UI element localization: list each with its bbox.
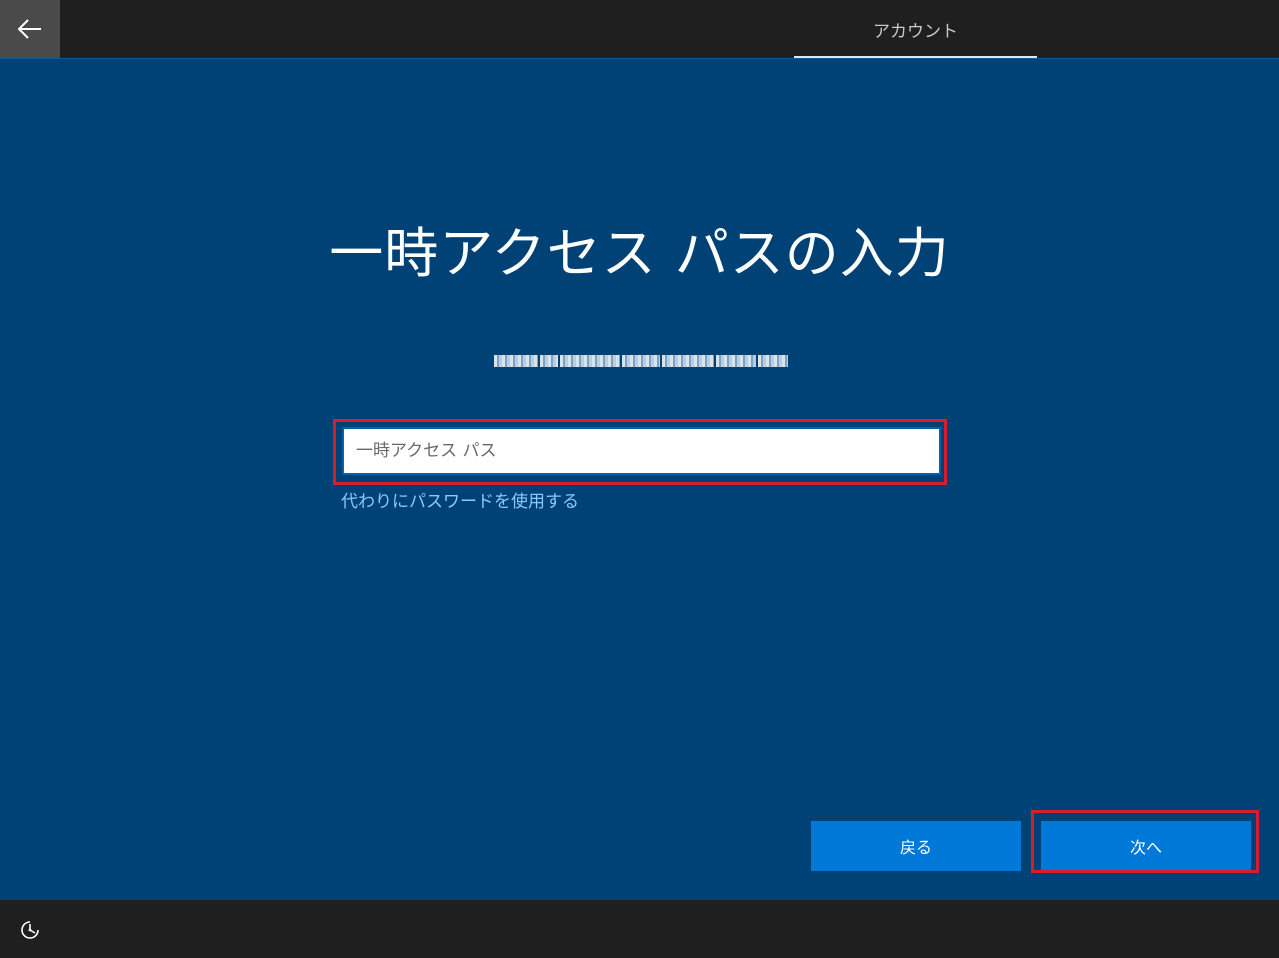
account-email-redacted [494, 353, 794, 369]
next-button-highlight-frame [1031, 810, 1259, 873]
back-button[interactable]: 戻る [811, 821, 1021, 871]
ease-of-access-icon [21, 921, 39, 939]
tab-account: アカウント [873, 21, 958, 42]
input-highlight-frame [333, 419, 947, 485]
arrow-left-icon [17, 19, 41, 39]
bottom-bar [0, 900, 1279, 958]
top-bar: アカウント [0, 0, 1279, 59]
main-panel: 一時アクセス パスの入力 代わりにパスワードを使用する 戻る 次へ [0, 58, 1279, 900]
back-arrow-button[interactable] [0, 0, 60, 58]
page-title: 一時アクセス パスの入力 [329, 222, 950, 285]
accessibility-button[interactable] [14, 914, 46, 946]
use-password-link[interactable]: 代わりにパスワードを使用する [341, 487, 579, 512]
